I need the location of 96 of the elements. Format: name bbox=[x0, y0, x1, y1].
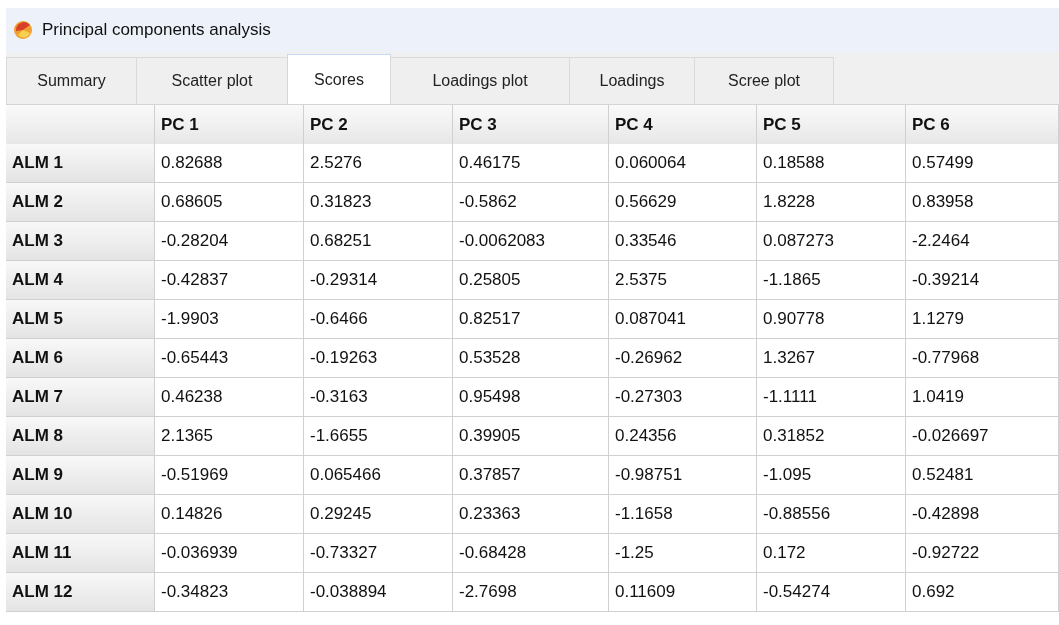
table-cell: 0.087041 bbox=[609, 300, 757, 339]
table-cell: -0.51969 bbox=[155, 456, 304, 495]
table-cell: 0.39905 bbox=[453, 417, 609, 456]
shell-icon bbox=[12, 19, 34, 41]
table-cell: 0.25805 bbox=[453, 261, 609, 300]
table-cell: 0.11609 bbox=[609, 573, 757, 612]
row-header: ALM 4 bbox=[6, 261, 155, 300]
table-cell: 2.5375 bbox=[609, 261, 757, 300]
table-cell: -2.7698 bbox=[453, 573, 609, 612]
table-cell: -0.19263 bbox=[304, 339, 453, 378]
column-header: PC 6 bbox=[906, 105, 1059, 146]
table-cell: -1.1865 bbox=[757, 261, 906, 300]
table-cell: 1.1279 bbox=[906, 300, 1059, 339]
table-cell: 0.23363 bbox=[453, 495, 609, 534]
table-cell: 0.31852 bbox=[757, 417, 906, 456]
table-cell: 0.37857 bbox=[453, 456, 609, 495]
tab[interactable]: Loadings plot bbox=[390, 57, 570, 104]
table-cell: -0.5862 bbox=[453, 183, 609, 222]
row-header: ALM 5 bbox=[6, 300, 155, 339]
table-cell: -0.28204 bbox=[155, 222, 304, 261]
table-cell: 0.087273 bbox=[757, 222, 906, 261]
table-cell: 0.95498 bbox=[453, 378, 609, 417]
tab[interactable]: Scree plot bbox=[694, 57, 834, 104]
window-title: Principal components analysis bbox=[42, 20, 271, 40]
row-header: ALM 7 bbox=[6, 378, 155, 417]
row-header: ALM 11 bbox=[6, 534, 155, 573]
table-cell: 0.82688 bbox=[155, 144, 304, 183]
table-cell: -0.68428 bbox=[453, 534, 609, 573]
table-cell: -0.92722 bbox=[906, 534, 1059, 573]
table-cell: 0.060064 bbox=[609, 144, 757, 183]
table-cell: -0.3163 bbox=[304, 378, 453, 417]
table-cell: -1.9903 bbox=[155, 300, 304, 339]
table-cell: 0.90778 bbox=[757, 300, 906, 339]
row-header: ALM 1 bbox=[6, 144, 155, 183]
table-cell: -1.095 bbox=[757, 456, 906, 495]
table-cell: 0.83958 bbox=[906, 183, 1059, 222]
row-header: ALM 2 bbox=[6, 183, 155, 222]
table-cell: -0.77968 bbox=[906, 339, 1059, 378]
table-cell: -0.73327 bbox=[304, 534, 453, 573]
table-cell: -0.65443 bbox=[155, 339, 304, 378]
table-cell: -0.98751 bbox=[609, 456, 757, 495]
table-cell: 0.82517 bbox=[453, 300, 609, 339]
table-cell: -0.0062083 bbox=[453, 222, 609, 261]
table-cell: -0.026697 bbox=[906, 417, 1059, 456]
column-header: PC 5 bbox=[757, 105, 906, 146]
table-cell: 0.18588 bbox=[757, 144, 906, 183]
table-cell: 0.57499 bbox=[906, 144, 1059, 183]
table-cell: 0.46238 bbox=[155, 378, 304, 417]
row-header: ALM 10 bbox=[6, 495, 155, 534]
table-cell: -0.29314 bbox=[304, 261, 453, 300]
table-cell: 0.56629 bbox=[609, 183, 757, 222]
column-header: PC 2 bbox=[304, 105, 453, 146]
table-cell: -0.39214 bbox=[906, 261, 1059, 300]
tab[interactable]: Summary bbox=[6, 57, 137, 104]
row-header: ALM 8 bbox=[6, 417, 155, 456]
table-cell: 1.8228 bbox=[757, 183, 906, 222]
table-cell: 0.065466 bbox=[304, 456, 453, 495]
table-cell: -0.27303 bbox=[609, 378, 757, 417]
table-cell: 0.68251 bbox=[304, 222, 453, 261]
table-cell: -0.036939 bbox=[155, 534, 304, 573]
tab[interactable]: Scores bbox=[287, 54, 391, 104]
table-cell: -0.88556 bbox=[757, 495, 906, 534]
table-cell: 0.692 bbox=[906, 573, 1059, 612]
table-cell: -2.2464 bbox=[906, 222, 1059, 261]
table-cell: -0.038894 bbox=[304, 573, 453, 612]
table-cell: 0.33546 bbox=[609, 222, 757, 261]
table-cell: 0.29245 bbox=[304, 495, 453, 534]
table-cell: 0.68605 bbox=[155, 183, 304, 222]
table-cell: 0.53528 bbox=[453, 339, 609, 378]
table-cell: 0.24356 bbox=[609, 417, 757, 456]
table-cell: -0.42898 bbox=[906, 495, 1059, 534]
table-cell: 0.172 bbox=[757, 534, 906, 573]
table-cell: 1.3267 bbox=[757, 339, 906, 378]
table-cell: 2.1365 bbox=[155, 417, 304, 456]
table-cell: 0.52481 bbox=[906, 456, 1059, 495]
table-cell: -1.6655 bbox=[304, 417, 453, 456]
row-header: ALM 9 bbox=[6, 456, 155, 495]
row-header: ALM 3 bbox=[6, 222, 155, 261]
row-header: ALM 6 bbox=[6, 339, 155, 378]
table-cell: 2.5276 bbox=[304, 144, 453, 183]
table-cell: -1.25 bbox=[609, 534, 757, 573]
table-cell: -1.1111 bbox=[757, 378, 906, 417]
table-cell: 0.14826 bbox=[155, 495, 304, 534]
column-header: PC 1 bbox=[155, 105, 304, 146]
table-cell: 0.31823 bbox=[304, 183, 453, 222]
table-cell: -0.54274 bbox=[757, 573, 906, 612]
column-header: PC 4 bbox=[609, 105, 757, 146]
table-cell: -0.42837 bbox=[155, 261, 304, 300]
row-header: ALM 12 bbox=[6, 573, 155, 612]
table-cell: -1.1658 bbox=[609, 495, 757, 534]
column-header: PC 3 bbox=[453, 105, 609, 146]
table-cell: 1.0419 bbox=[906, 378, 1059, 417]
table-cell: -0.26962 bbox=[609, 339, 757, 378]
table-cell: 0.46175 bbox=[453, 144, 609, 183]
table-cell: -0.34823 bbox=[155, 573, 304, 612]
table-cell: -0.6466 bbox=[304, 300, 453, 339]
